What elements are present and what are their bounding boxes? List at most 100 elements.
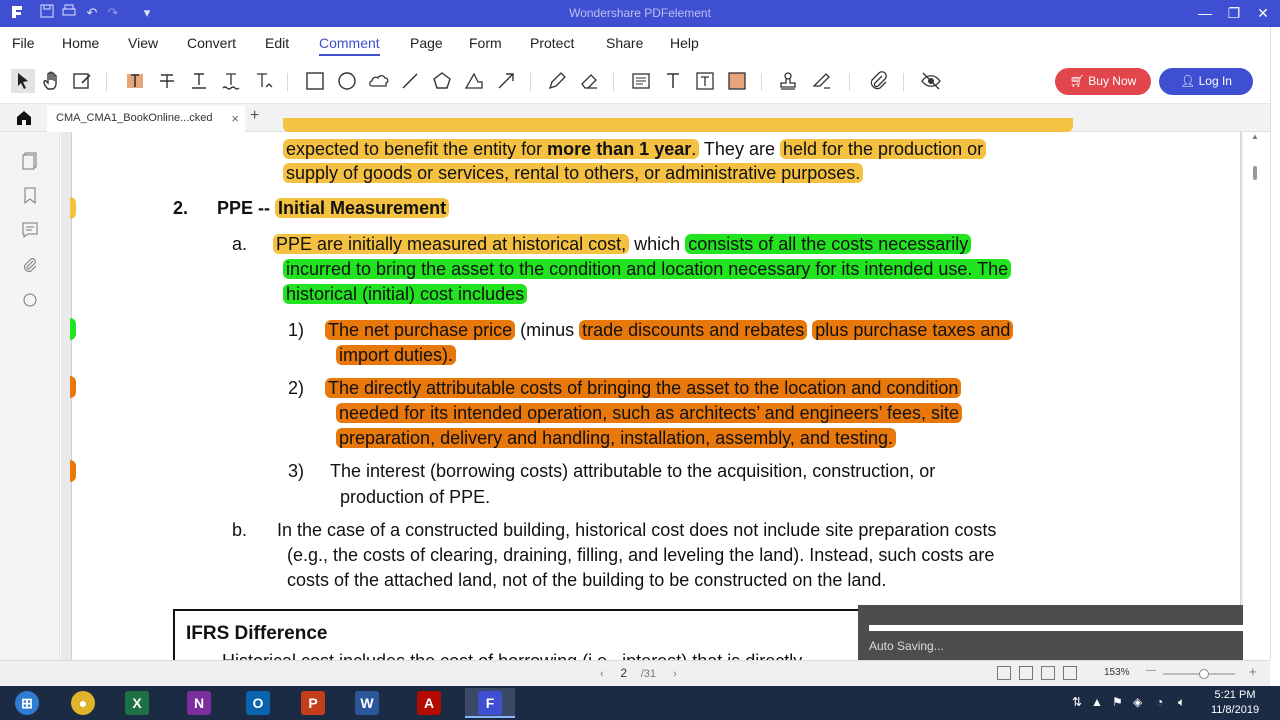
menu-view[interactable]: View	[128, 35, 158, 51]
taskbar-word[interactable]: W	[342, 688, 392, 718]
menu-share[interactable]: Share	[606, 35, 643, 51]
taskbar-powerpoint[interactable]: P	[288, 688, 338, 718]
menu-edit[interactable]: Edit	[265, 35, 289, 51]
oval-icon[interactable]	[335, 69, 359, 93]
insert-text-icon[interactable]	[251, 69, 275, 93]
typewriter-icon[interactable]	[661, 69, 685, 93]
highlight-green[interactable]: incurred to bring the asset to the condi…	[283, 259, 1012, 279]
system-clock[interactable]: 5:21 PM 11/8/2019	[1200, 688, 1270, 718]
comment-marker[interactable]	[70, 376, 76, 398]
buy-now-button[interactable]: 🛒︎ Buy Now	[1055, 68, 1151, 95]
callout-icon[interactable]	[693, 69, 717, 93]
sticky-note-icon[interactable]	[70, 69, 94, 93]
highlight-yellow[interactable]: PPE are initially measured at historical…	[273, 234, 630, 254]
highlight-yellow[interactable]: supply of goods or services, rental to o…	[283, 163, 864, 183]
wifi-tray-icon[interactable]: ◔	[1156, 695, 1163, 709]
highlight-yellow[interactable]: Initial Measurement	[275, 198, 450, 218]
menu-protect[interactable]: Protect	[530, 35, 574, 51]
highlight-orange[interactable]: The directly attributable costs of bring…	[325, 378, 962, 398]
zoom-out-icon[interactable]: —	[1146, 665, 1156, 676]
menu-convert[interactable]: Convert	[187, 35, 236, 51]
underline-icon[interactable]	[187, 69, 211, 93]
restore-icon[interactable]: ❐	[1221, 2, 1247, 24]
pencil-icon[interactable]	[545, 69, 569, 93]
minimize-icon[interactable]: —	[1192, 2, 1218, 24]
comment-marker[interactable]	[70, 197, 76, 219]
scroll-thumb[interactable]	[1253, 166, 1257, 180]
eraser-icon[interactable]	[577, 69, 601, 93]
cloud-icon[interactable]	[367, 69, 391, 93]
highlight-orange[interactable]: needed for its intended operation, such …	[336, 403, 963, 423]
taskbar-pdfelement[interactable]: F	[465, 688, 515, 718]
menu-help[interactable]: Help	[670, 35, 699, 51]
signature-icon[interactable]	[810, 69, 834, 93]
attachment-icon[interactable]	[866, 69, 890, 93]
squiggly-icon[interactable]	[219, 69, 243, 93]
highlight-icon[interactable]	[123, 69, 147, 93]
comments-panel-icon[interactable]	[20, 220, 40, 240]
strikethrough-icon[interactable]	[155, 69, 179, 93]
polygon-icon[interactable]	[430, 69, 454, 93]
network-tray-icon[interactable]: ⇅	[1072, 695, 1082, 709]
close-icon[interactable]: ✕	[1250, 2, 1276, 24]
flag-tray-icon[interactable]: ⚑	[1112, 695, 1123, 709]
highlight-orange[interactable]: trade discounts and rebates	[579, 320, 808, 340]
prev-page-icon[interactable]: ‹	[600, 668, 604, 680]
rectangle-icon[interactable]	[303, 69, 327, 93]
document-tab[interactable]: CMA_CMA1_BookOnline...cked ×	[47, 106, 245, 132]
highlight-yellow[interactable]: expected to benefit the entity for more …	[283, 139, 700, 159]
taskbar-chrome[interactable]: ●	[58, 688, 108, 718]
home-icon[interactable]	[14, 108, 46, 130]
scroll-up-icon[interactable]: ▲	[1251, 132, 1259, 141]
polyline-icon[interactable]	[462, 69, 486, 93]
start-button[interactable]: ⊞	[2, 688, 52, 718]
vertical-scrollbar[interactable]: ▲	[1243, 132, 1270, 660]
hide-comments-icon[interactable]	[919, 69, 943, 93]
hand-tool-icon[interactable]	[40, 69, 64, 93]
highlight-green[interactable]: consists of all the costs necessarily	[685, 234, 972, 254]
highlight-orange[interactable]: preparation, delivery and handling, inst…	[336, 428, 897, 448]
zoom-level[interactable]: 153%	[1104, 667, 1130, 678]
current-page-input[interactable]: 2	[607, 666, 641, 680]
stamp-icon[interactable]	[776, 69, 800, 93]
attachments-panel-icon[interactable]	[20, 255, 40, 275]
text-box-icon[interactable]	[629, 69, 653, 93]
menu-form[interactable]: Form	[469, 35, 502, 51]
highlight-green[interactable]: historical (initial) cost includes	[283, 284, 528, 304]
search-panel-icon[interactable]	[20, 290, 40, 310]
two-page-continuous-icon[interactable]	[1063, 666, 1077, 680]
new-tab-icon[interactable]: +	[250, 107, 259, 125]
comment-marker[interactable]	[70, 318, 76, 340]
highlight-yellow[interactable]: held for the production or	[779, 139, 987, 159]
taskbar-onenote[interactable]: N	[174, 688, 224, 718]
thumbnails-icon[interactable]	[20, 150, 40, 170]
show-hidden-icons-icon[interactable]: ▲	[1091, 695, 1103, 709]
menu-home[interactable]: Home	[62, 35, 99, 51]
menu-page[interactable]: Page	[410, 35, 443, 51]
highlight-orange[interactable]: import duties).	[336, 345, 457, 365]
menu-file[interactable]: File	[12, 35, 35, 51]
line-icon[interactable]	[398, 69, 422, 93]
taskbar-excel[interactable]: X	[112, 688, 162, 718]
highlight-orange[interactable]: plus purchase taxes and	[812, 320, 1014, 340]
taskbar-outlook[interactable]: O	[233, 688, 283, 718]
volume-icon[interactable]: 🔈︎	[1178, 695, 1185, 710]
comment-marker[interactable]	[70, 460, 76, 482]
select-tool-icon[interactable]	[11, 69, 35, 93]
close-tab-icon[interactable]: ×	[231, 111, 239, 126]
zoom-in-icon[interactable]: +	[1249, 664, 1257, 679]
single-page-view-icon[interactable]	[997, 666, 1011, 680]
menu-comment[interactable]: Comment	[319, 35, 380, 56]
two-page-view-icon[interactable]	[1041, 666, 1055, 680]
highlight-orange[interactable]: The net purchase price	[325, 320, 516, 340]
next-page-icon[interactable]: ›	[673, 668, 677, 680]
area-highlight-icon[interactable]	[725, 69, 749, 93]
bookmark-icon[interactable]	[20, 185, 40, 205]
zoom-slider-knob[interactable]	[1199, 669, 1209, 679]
continuous-view-icon[interactable]	[1019, 666, 1033, 680]
security-tray-icon[interactable]: ◈	[1133, 695, 1142, 709]
zoom-slider[interactable]	[1163, 669, 1235, 679]
taskbar-acrobat[interactable]: A	[404, 688, 454, 718]
log-in-button[interactable]: 👤︎ Log In	[1159, 68, 1253, 95]
arrow-icon[interactable]	[494, 69, 518, 93]
